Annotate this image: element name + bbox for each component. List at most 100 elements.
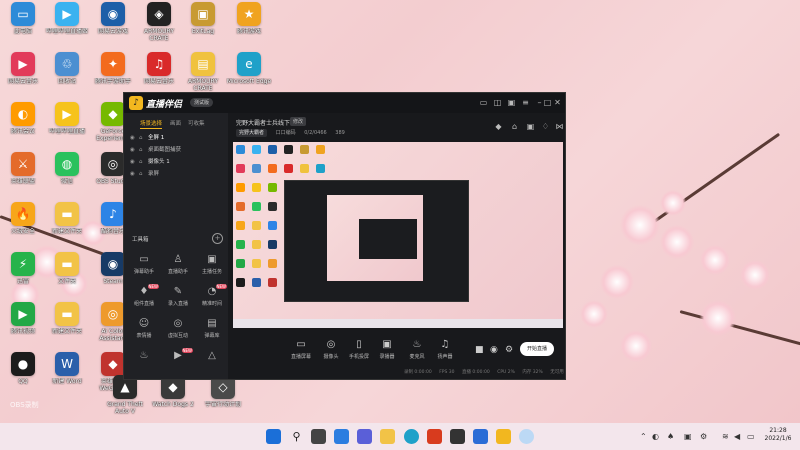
desktop-icon[interactable]: ▲ Grand Theft Auto V (102, 375, 148, 423)
clock[interactable]: 21:28 2022/1/6 (760, 427, 796, 443)
desktop-icon[interactable]: ▶ 网易云音乐 (0, 52, 46, 100)
control-button[interactable]: ◎ 摄像头 (316, 339, 346, 360)
gift-icon[interactable]: ◫ (493, 98, 502, 107)
control-button[interactable]: ▯ 手机投屏 (344, 339, 374, 360)
tool-item[interactable]: ✎ 录入直播 (162, 285, 194, 313)
title-bar[interactable]: ♪ 直播伴侣 测试版 ▭ ◫ ▣ ≡ – □ ✕ (124, 93, 565, 113)
lock-icon[interactable]: ⌂ (510, 122, 519, 131)
desktop-icon[interactable]: W 新建 Word (44, 352, 90, 400)
office-icon[interactable] (427, 429, 442, 444)
scene-item[interactable]: ◉ ⌂ 桌面截图捕获 (130, 145, 181, 153)
control-button[interactable]: ♫ 扬声器 (430, 339, 460, 360)
tool-item[interactable]: ▶ NEW (162, 348, 194, 377)
control-button[interactable]: ▭ 直播屏幕 (286, 339, 316, 360)
chat-icon[interactable] (357, 429, 372, 444)
eye-icon[interactable]: ◉ (130, 135, 139, 141)
bell-icon[interactable]: ♢ (541, 122, 550, 131)
speaker-icon[interactable]: ◀ (734, 432, 740, 441)
lock-icon[interactable]: ⌂ (139, 171, 148, 177)
desktop-icon[interactable]: ▶ 哔哩哔哩直播姬 (44, 2, 90, 50)
chevron-up-icon[interactable]: ⌃ (640, 432, 647, 441)
live-companion-window[interactable]: ♪ 直播伴侣 测试版 ▭ ◫ ▣ ≡ – □ ✕ 场景选择 画面 可收集 ◉ ⌂ 全… (123, 92, 566, 380)
eye-icon[interactable]: ◉ (130, 147, 139, 153)
tool-item[interactable]: ▤ 弹幕库 (196, 317, 228, 345)
edge-icon[interactable] (404, 429, 419, 444)
search-icon[interactable]: ⚲ (289, 429, 304, 444)
tab-collect[interactable]: 可收集 (188, 119, 205, 127)
video-icon[interactable]: ■ (475, 345, 484, 355)
desktop-icon[interactable]: ◉ 网易云游戏 (90, 2, 136, 50)
add-tool-button[interactable]: + (212, 233, 223, 244)
tray-app-icon[interactable]: ⚙ (700, 432, 707, 441)
settings-icon[interactable]: ⚙ (505, 345, 513, 355)
lock-icon[interactable]: ⌂ (139, 159, 148, 165)
record-icon[interactable]: ◉ (490, 345, 498, 355)
notification-icon[interactable]: ◆ (494, 122, 503, 131)
category-button[interactable]: 完野大霸者 (236, 129, 268, 137)
desktop-icon[interactable]: 🔥 火绒安全 (0, 202, 46, 250)
tool-item[interactable]: ♨ (128, 349, 160, 377)
widgets-icon[interactable] (334, 429, 349, 444)
desktop-icon[interactable]: ◐ 腾讯会议 (0, 102, 46, 150)
desktop-icon[interactable]: ⚡ 迅雷 (0, 252, 46, 300)
screenshot-icon[interactable]: ▣ (526, 122, 535, 131)
desktop-icon[interactable]: ★ 腾讯游戏 (226, 2, 272, 50)
nvidia-icon[interactable] (450, 429, 465, 444)
share-icon[interactable]: ⋈ (555, 122, 564, 131)
scene-item[interactable]: ◉ ⌂ 摄像头 1 (130, 157, 170, 165)
task-view-icon[interactable] (311, 429, 326, 444)
edit-title-button[interactable]: 修改 (290, 117, 307, 126)
lock-icon[interactable]: ⌂ (139, 147, 148, 153)
scene-item[interactable]: ◉ ⌂ 录屏 (130, 169, 159, 177)
start-live-button[interactable]: 开始直播 (520, 342, 554, 356)
lock-icon[interactable]: ⌂ (139, 135, 148, 141)
tray-app-icon[interactable]: ▣ (684, 432, 692, 441)
desktop-icon[interactable]: ● QQ (0, 352, 46, 400)
tool-item[interactable]: ◔ 精准时间 NEW (196, 284, 228, 313)
tool-item[interactable]: ◎ 虚拟互动 (162, 317, 194, 345)
control-button[interactable]: ▣ 录播器 (372, 339, 402, 360)
control-button[interactable]: ♨ 麦克风 (402, 339, 432, 360)
desktop-icon[interactable]: ▬ 文件夹 (44, 252, 90, 300)
desktop-icon[interactable]: ▭ 此电脑 (0, 2, 46, 50)
tab-canvas[interactable]: 画面 (170, 119, 181, 127)
desktop-icon[interactable]: ▬ 新建文件夹 (44, 302, 90, 350)
message-icon[interactable]: ▭ (479, 98, 488, 107)
live-companion-taskbar-icon[interactable] (496, 429, 511, 444)
desktop-icon[interactable]: ◍ 微信 (44, 152, 90, 200)
desktop-icon[interactable]: ⚔ 英雄联盟 (0, 152, 46, 200)
eye-icon[interactable]: ◉ (130, 171, 139, 177)
desktop-icon[interactable]: ▬ 新建文件夹 (44, 202, 90, 250)
file-explorer-icon[interactable] (380, 429, 395, 444)
tray-app-icon[interactable]: ◐ (652, 432, 659, 441)
desktop-icon[interactable]: ◆ Watch Dogs 2 (150, 375, 196, 423)
maximize-icon[interactable]: □ (543, 98, 552, 107)
app-icon[interactable] (519, 429, 534, 444)
desktop-icon[interactable]: ▣ ExitLag (180, 2, 226, 50)
tool-item[interactable]: △ (196, 349, 228, 377)
tab-scenes[interactable]: 场景选择 (140, 119, 163, 129)
tool-item[interactable]: ▣ 主播任务 (196, 253, 228, 281)
tray-app-icon[interactable]: ♠ (667, 432, 674, 441)
tool-item[interactable]: ☺ 表情播 (128, 317, 160, 345)
battery-icon[interactable]: ▭ (747, 432, 755, 441)
tool-item[interactable]: ♙ 直播助手 (162, 253, 194, 281)
start-button[interactable] (266, 429, 281, 444)
desktop-icon[interactable]: ◇ 宇宙行动计划 (200, 375, 246, 423)
scene-item[interactable]: ◉ ⌂ 全屏 1 (130, 133, 164, 141)
close-icon[interactable]: ✕ (553, 98, 562, 107)
room-title[interactable]: 完野大霸者士兵线下 (236, 118, 290, 127)
desktop-icon[interactable]: ◈ ARMOURY CRATE (136, 2, 182, 50)
menu-icon[interactable]: ≡ (521, 98, 530, 107)
desktop-icon[interactable]: ♲ 回收站 (44, 52, 90, 100)
app-icon[interactable] (473, 429, 488, 444)
settings-icon[interactable]: ▣ (507, 98, 516, 107)
desktop-icon[interactable]: ▶ 腾讯视频 (0, 302, 46, 350)
tool-item[interactable]: ♦ 组件直播 NEW (128, 284, 160, 313)
version-badge[interactable]: 测试版 (190, 98, 214, 107)
eye-icon[interactable]: ◉ (130, 159, 139, 165)
tool-item[interactable]: ▭ 弹幕助手 (128, 253, 160, 281)
desktop-icon[interactable]: ▶ 哔哩哔哩直播 (44, 102, 90, 150)
wifi-icon[interactable]: ≋ (722, 432, 729, 441)
live-preview[interactable] (233, 142, 563, 328)
